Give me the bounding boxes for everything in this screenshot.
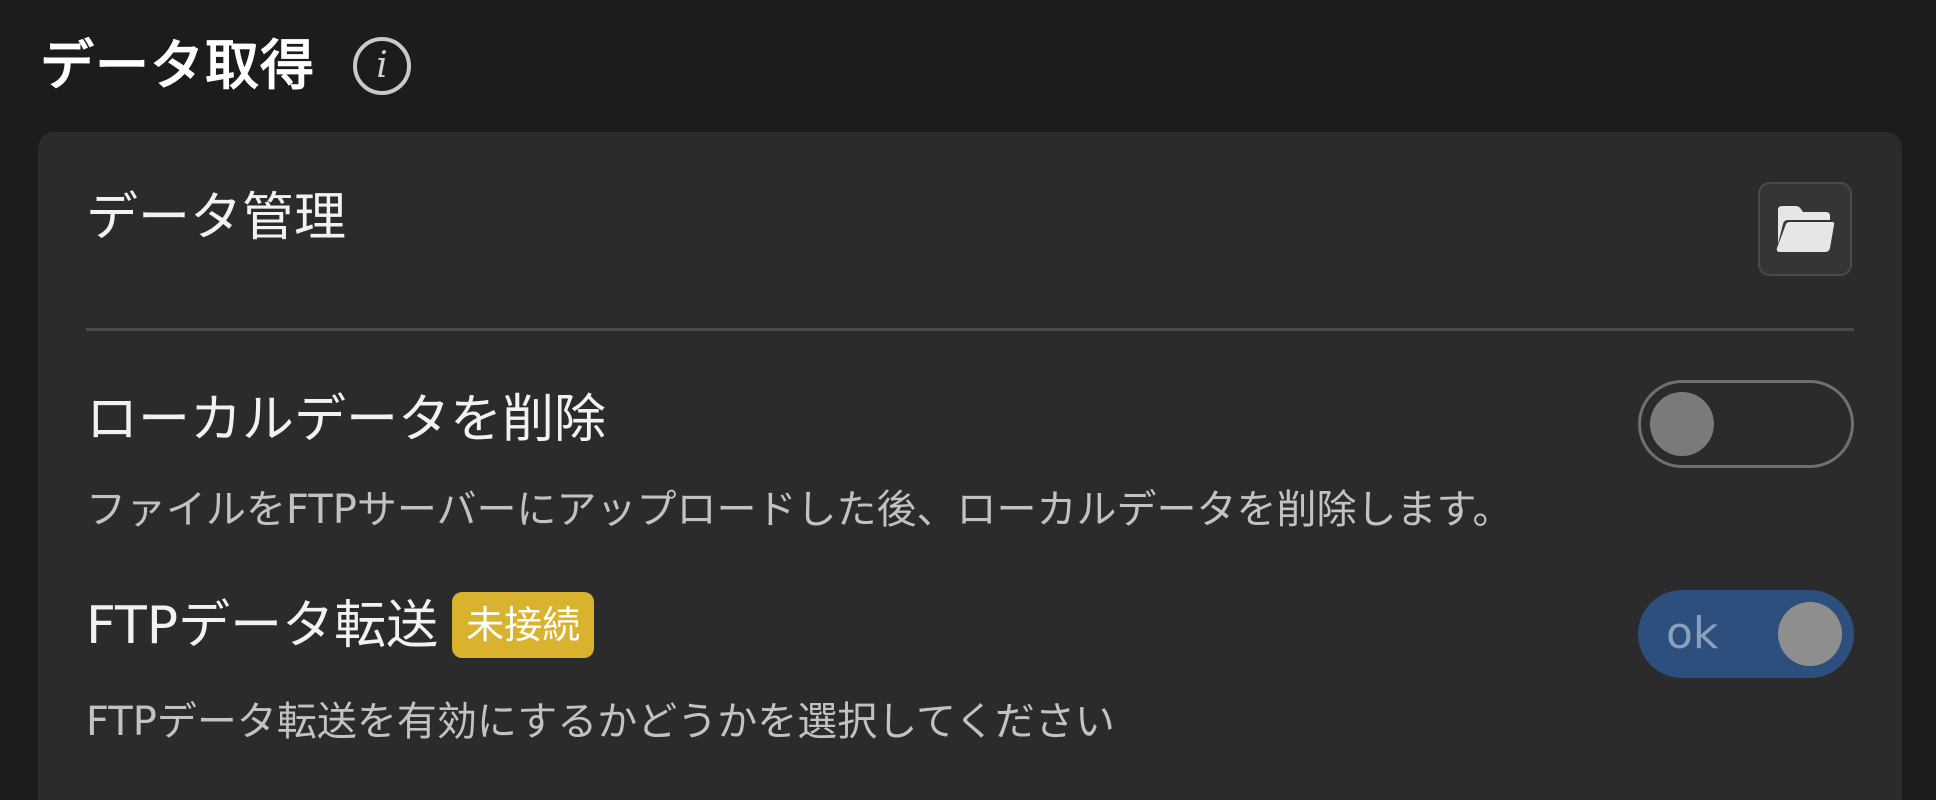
- data-management-title: データ管理: [86, 188, 347, 248]
- delete-local-toggle[interactable]: [1638, 380, 1854, 468]
- divider: [86, 328, 1854, 331]
- info-icon[interactable]: i: [353, 37, 411, 95]
- ftp-transfer-description: FTPデータ転送を有効にするかどうかを選択してください: [86, 699, 1115, 745]
- ftp-transfer-toggle[interactable]: ok: [1638, 590, 1854, 678]
- section-title: データ取得: [40, 34, 315, 97]
- folder-icon: [1776, 206, 1835, 252]
- connection-status-badge: 未接続: [452, 592, 595, 658]
- toggle-label: ok: [1666, 608, 1719, 659]
- settings-card: データ管理 ローカルデータを削除 ファイルをFTPサーバーにアップロードした後、…: [38, 132, 1902, 800]
- ftp-transfer-title: FTPデータ転送: [86, 596, 439, 656]
- toggle-knob: [1650, 392, 1714, 456]
- open-folder-button[interactable]: [1758, 182, 1852, 276]
- ftp-transfer-title-row: FTPデータ転送 未接続: [86, 592, 595, 662]
- delete-local-title: ローカルデータを削除: [86, 390, 607, 450]
- settings-page: データ取得 i データ管理 ローカルデータを削除 ファイルをFTPサーバーにアッ…: [0, 0, 1936, 800]
- toggle-knob: [1778, 602, 1842, 666]
- section-header: データ取得 i: [40, 30, 411, 102]
- delete-local-description: ファイルをFTPサーバーにアップロードした後、ローカルデータを削除します。: [86, 487, 1513, 533]
